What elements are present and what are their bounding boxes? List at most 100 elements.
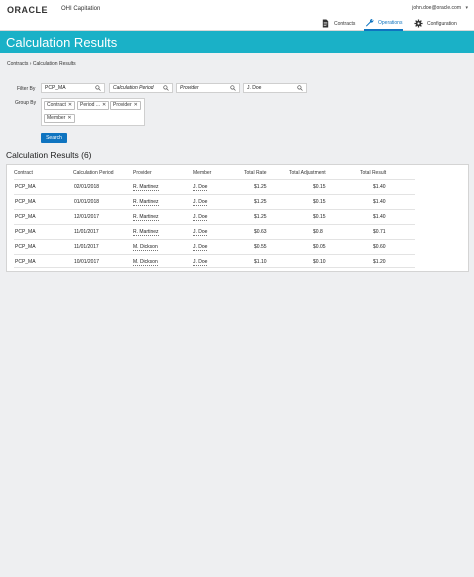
- column-header-member[interactable]: Member: [193, 170, 211, 176]
- cell-rate: $1.25: [254, 184, 267, 190]
- group-chip-label: Period ...: [80, 102, 101, 108]
- search-icon[interactable]: [230, 85, 236, 91]
- column-header-total-result[interactable]: Total Result: [360, 170, 386, 176]
- cell-provider-link[interactable]: R. Martinez: [133, 184, 159, 191]
- cell-contract: PCP_MA: [15, 244, 36, 250]
- document-icon: [322, 19, 329, 28]
- cell-provider-link[interactable]: R. Martinez: [133, 229, 159, 236]
- page-title: Calculation Results: [6, 35, 118, 50]
- group-chip-provider[interactable]: Provider ✕: [110, 101, 141, 110]
- cell-result: $1.40: [373, 184, 386, 190]
- breadcrumb[interactable]: Contracts › Calculation Results: [7, 61, 76, 67]
- cell-adjustment: $0.05: [313, 244, 326, 250]
- tab-operations-label: Operations: [378, 19, 403, 26]
- member-filter-input[interactable]: J. Doe: [243, 83, 307, 93]
- row-divider: [14, 239, 415, 240]
- search-icon[interactable]: [163, 85, 169, 91]
- cell-member-link[interactable]: J. Doe: [193, 229, 208, 236]
- close-icon[interactable]: ✕: [67, 115, 71, 122]
- period-filter-placeholder: Calculation Period: [113, 85, 154, 91]
- column-header-provider[interactable]: Provider: [133, 170, 152, 176]
- cell-contract: PCP_MA: [15, 259, 36, 265]
- cell-member-link[interactable]: J. Doe: [193, 244, 208, 251]
- cell-result: $1.40: [373, 199, 386, 205]
- user-menu[interactable]: john.doe@oracle.com: [412, 5, 461, 11]
- cell-rate: $1.25: [254, 214, 267, 220]
- close-icon[interactable]: ✕: [102, 102, 106, 109]
- cell-member-link[interactable]: J. Doe: [193, 184, 208, 191]
- top-header: ORACLE OHI Capitation john.doe@oracle.co…: [0, 0, 474, 31]
- group-by-box[interactable]: Contract ✕ Period ... ✕ Provider ✕ Member ✕: [41, 98, 145, 126]
- chevron-down-icon[interactable]: ▾: [465, 5, 468, 11]
- member-filter-value: J. Doe: [247, 85, 262, 91]
- search-button[interactable]: Search: [41, 133, 67, 143]
- cell-member-link[interactable]: J. Doe: [193, 214, 208, 221]
- tab-configuration-label: Configuration: [427, 20, 457, 27]
- group-chip-period[interactable]: Period ... ✕: [77, 101, 110, 110]
- app-name: OHI Capitation: [61, 6, 101, 12]
- group-chip-label: Contract: [47, 102, 66, 108]
- cell-provider-link[interactable]: M. Dickson: [133, 244, 158, 251]
- column-header-total-rate[interactable]: Total Rate: [244, 170, 267, 176]
- page-title-band: Calculation Results: [0, 31, 474, 53]
- cell-result: $0.71: [373, 229, 386, 235]
- cell-result: $0.60: [373, 244, 386, 250]
- contract-filter-value: PCP_MA: [45, 85, 66, 91]
- cell-adjustment: $0.15: [313, 214, 326, 220]
- group-chip-contract[interactable]: Contract ✕: [44, 101, 76, 110]
- search-icon[interactable]: [95, 85, 101, 91]
- group-chip-label: Provider: [113, 102, 132, 108]
- row-divider: [14, 224, 415, 225]
- cell-provider-link[interactable]: R. Martinez: [133, 199, 159, 206]
- filter-by-label: Filter By: [17, 86, 36, 92]
- row-divider: [14, 254, 415, 255]
- tab-contracts[interactable]: Contracts: [321, 16, 355, 31]
- cell-adjustment: $0.15: [313, 199, 326, 205]
- cell-provider-link[interactable]: M. Dickson: [133, 259, 158, 266]
- provider-filter-input[interactable]: Provider: [176, 83, 240, 93]
- tab-configuration[interactable]: Configuration: [414, 16, 457, 31]
- cell-period: 12/01/2017: [74, 214, 100, 220]
- column-header-period[interactable]: Calculation Period: [73, 170, 114, 176]
- close-icon[interactable]: ✕: [68, 102, 72, 109]
- column-header-total-adjustment[interactable]: Total Adjustment: [289, 170, 326, 176]
- close-icon[interactable]: ✕: [134, 102, 138, 109]
- cell-adjustment: $0.15: [313, 184, 326, 190]
- cell-result: $1.40: [373, 214, 386, 220]
- oracle-logo: ORACLE: [7, 5, 48, 15]
- cell-member-link[interactable]: J. Doe: [193, 259, 208, 266]
- search-icon[interactable]: [297, 85, 303, 91]
- period-filter-input[interactable]: Calculation Period: [109, 83, 173, 93]
- tab-operations[interactable]: Operations: [364, 16, 404, 31]
- cell-adjustment: $0.10: [313, 259, 326, 265]
- cell-period: 11/01/2017: [74, 244, 99, 250]
- cell-period: 02/01/2018: [74, 184, 100, 190]
- cell-period: 11/01/2017: [74, 229, 99, 235]
- tab-contracts-label: Contracts: [334, 20, 356, 27]
- row-divider: [14, 209, 415, 210]
- gear-icon: [414, 19, 423, 28]
- cell-contract: PCP_MA: [15, 229, 36, 235]
- cell-rate: $1.25: [254, 199, 267, 205]
- contract-filter-input[interactable]: PCP_MA: [41, 83, 105, 93]
- cell-rate: $0.63: [254, 229, 267, 235]
- cell-provider-link[interactable]: R. Martinez: [133, 214, 159, 221]
- row-divider: [14, 267, 415, 268]
- results-title: Calculation Results (6): [6, 150, 92, 160]
- provider-filter-placeholder: Provider: [180, 85, 199, 91]
- cell-result: $1.20: [373, 259, 386, 265]
- cell-contract: PCP_MA: [15, 199, 36, 205]
- cell-rate: $0.55: [254, 244, 267, 250]
- group-by-label: Group By: [15, 100, 37, 106]
- cell-contract: PCP_MA: [15, 184, 36, 190]
- cell-member-link[interactable]: J. Doe: [193, 199, 208, 206]
- column-header-contract[interactable]: Contract: [14, 170, 33, 176]
- cell-period: 10/01/2017: [74, 259, 100, 265]
- row-divider: [14, 179, 415, 180]
- row-divider: [14, 194, 415, 195]
- results-table: Contract Calculation Period Provider Mem…: [6, 164, 469, 272]
- cell-adjustment: $0.8: [313, 229, 323, 235]
- group-chip-member[interactable]: Member ✕: [44, 114, 75, 123]
- group-chip-label: Member: [47, 115, 66, 121]
- cell-rate: $1.10: [254, 259, 267, 265]
